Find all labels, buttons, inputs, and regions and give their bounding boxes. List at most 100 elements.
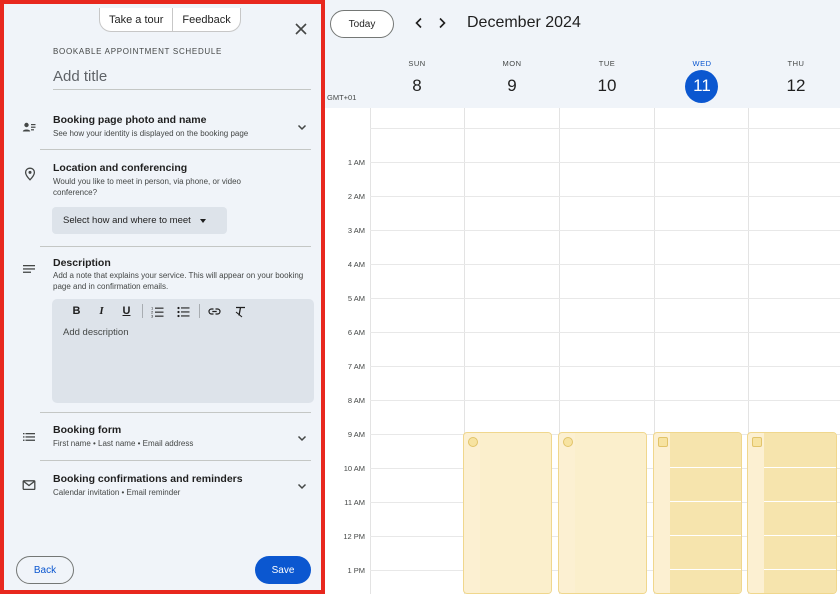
- hour-label: 8 AM: [347, 396, 365, 405]
- availability-block-mon[interactable]: [463, 432, 552, 594]
- hour-label: 11 AM: [344, 498, 365, 507]
- location-select-label: Select how and where to meet: [63, 215, 191, 226]
- grid-hour-line: [370, 366, 840, 367]
- slot-divider: [764, 501, 836, 502]
- mail-icon: [22, 480, 36, 491]
- section-divider: [40, 460, 311, 461]
- section-divider: [40, 246, 311, 247]
- toolbar-divider: [142, 304, 143, 318]
- hour-label: 6 AM: [347, 328, 365, 337]
- availability-block-tue[interactable]: [558, 432, 647, 594]
- slot-divider: [764, 535, 836, 536]
- booking-form-subtitle: First name • Last name • Email address: [53, 439, 194, 448]
- description-editor[interactable]: B I U 1 2 3 Add description: [52, 299, 314, 403]
- week-calendar: Today December 2024 GMT+01 SUN 8 MON 9 T…: [325, 0, 840, 594]
- day-of-week: TUE: [598, 59, 616, 68]
- dropdown-caret-icon: [199, 218, 206, 223]
- chevron-down-icon[interactable]: [296, 121, 308, 133]
- day-of-week: SUN: [408, 59, 426, 68]
- toolbar-divider: [199, 304, 200, 318]
- close-icon[interactable]: [292, 20, 310, 38]
- location-pin-icon: [24, 167, 36, 181]
- hour-label: 9 AM: [347, 430, 365, 439]
- appointment-schedule-panel: Take a tour Feedback BOOKABLE APPOINTMEN…: [0, 0, 325, 594]
- grid-hour-line: [370, 230, 840, 231]
- grid-hour-line: [370, 162, 840, 163]
- save-button[interactable]: Save: [255, 556, 311, 584]
- numbered-list-icon[interactable]: 1 2 3: [151, 305, 164, 318]
- chevron-down-icon[interactable]: [296, 432, 308, 444]
- location-subtitle: Would you like to meet in person, via ph…: [53, 177, 241, 197]
- day-number[interactable]: 12: [749, 72, 840, 100]
- availability-block-body: [575, 433, 646, 593]
- slot-divider: [764, 569, 836, 570]
- availability-dot-icon: [468, 437, 478, 447]
- slot-divider: [764, 467, 836, 468]
- clear-formatting-icon[interactable]: [234, 305, 247, 318]
- booking-form-title[interactable]: Booking form: [53, 424, 121, 436]
- description-placeholder: Add description: [63, 327, 129, 338]
- hour-label: 3 AM: [347, 226, 365, 235]
- grid-hour-line: [370, 128, 840, 129]
- booking-page-title[interactable]: Booking page photo and name: [53, 114, 206, 126]
- day-of-week-today: WED: [692, 59, 712, 68]
- title-input[interactable]: [53, 64, 311, 90]
- slot-divider: [670, 501, 741, 502]
- tour-feedback-pill: Take a tour Feedback: [99, 7, 241, 32]
- hour-label: 12 PM: [343, 532, 365, 541]
- link-icon[interactable]: [208, 305, 221, 318]
- timezone-label: GMT+01: [327, 93, 357, 102]
- confirmations-subtitle: Calendar invitation • Email reminder: [53, 488, 181, 497]
- location-title: Location and conferencing: [53, 162, 188, 174]
- bulleted-list-icon[interactable]: [177, 305, 190, 318]
- italic-button[interactable]: I: [95, 305, 108, 318]
- day-number-today[interactable]: 11: [655, 72, 749, 100]
- hour-label: 2 AM: [347, 192, 365, 201]
- hour-label: 1 PM: [347, 566, 365, 575]
- day-number[interactable]: 8: [370, 72, 464, 100]
- calendar-grid-icon: [658, 437, 668, 447]
- booking-page-subtitle: See how your identity is displayed on th…: [53, 129, 249, 138]
- location-select[interactable]: Select how and where to meet: [52, 207, 227, 234]
- underline-button[interactable]: U: [120, 305, 133, 318]
- chevron-left-icon[interactable]: [412, 16, 426, 30]
- grid-hour-line: [370, 298, 840, 299]
- section-divider: [40, 412, 311, 413]
- day-of-week: MON: [502, 59, 522, 68]
- calendar-toolbar: [325, 0, 840, 48]
- bold-button[interactable]: B: [70, 305, 83, 318]
- grid-hour-line: [370, 196, 840, 197]
- calendar-grid-icon: [752, 437, 762, 447]
- take-a-tour-button[interactable]: Take a tour: [100, 8, 172, 32]
- hour-label: 4 AM: [347, 260, 365, 269]
- grid-column-line: [370, 108, 371, 594]
- availability-block-thu[interactable]: [747, 432, 837, 594]
- description-subtitle: Add a note that explains your service. T…: [53, 271, 304, 291]
- grid-hour-line: [370, 400, 840, 401]
- today-button[interactable]: Today: [330, 10, 394, 38]
- form-list-icon: [23, 433, 35, 441]
- availability-dot-icon: [563, 437, 573, 447]
- slot-divider: [670, 535, 741, 536]
- hour-label: 7 AM: [347, 362, 365, 371]
- day-of-week: THU: [787, 59, 805, 68]
- availability-block-body: [480, 433, 551, 593]
- back-button[interactable]: Back: [16, 556, 74, 584]
- notes-icon: [23, 265, 35, 273]
- chevron-down-icon[interactable]: [296, 480, 308, 492]
- day-number[interactable]: 10: [560, 72, 654, 100]
- slot-divider: [670, 467, 741, 468]
- grid-hour-line: [370, 264, 840, 265]
- hour-label: 1 AM: [347, 158, 365, 167]
- feedback-button[interactable]: Feedback: [173, 8, 239, 32]
- day-number[interactable]: 9: [465, 72, 559, 100]
- section-divider: [40, 149, 311, 150]
- hour-label: 10 AM: [343, 464, 365, 473]
- hour-label: 5 AM: [347, 294, 365, 303]
- confirmations-title[interactable]: Booking confirmations and reminders: [53, 473, 243, 485]
- chevron-right-icon[interactable]: [435, 16, 449, 30]
- person-list-icon: [22, 122, 36, 132]
- availability-block-wed[interactable]: [653, 432, 742, 594]
- month-label: December 2024: [467, 14, 581, 31]
- grid-hour-line: [370, 332, 840, 333]
